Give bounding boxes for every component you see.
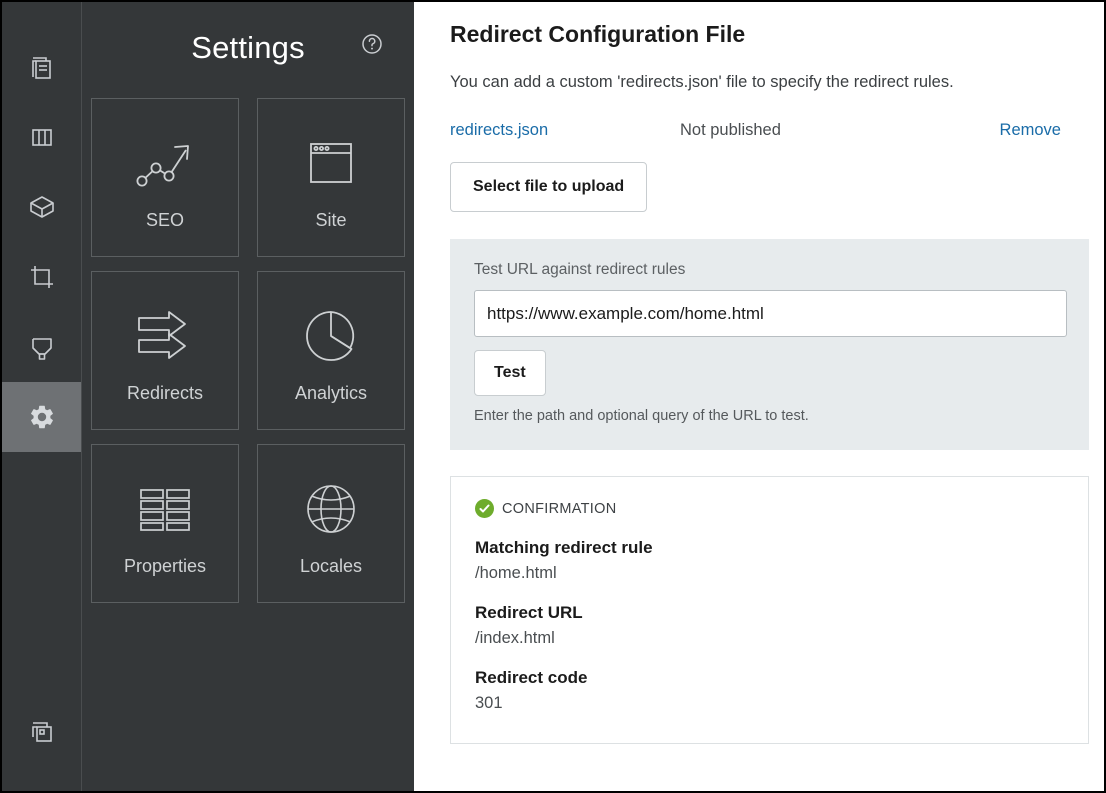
- uploaded-file-row: redirects.json Not published Remove: [450, 121, 1088, 140]
- pie-chart-icon: [301, 297, 361, 375]
- content-pane: Redirect Configuration File You can add …: [414, 2, 1104, 791]
- status-badge: CONFIRMATION: [502, 501, 617, 517]
- test-url-input[interactable]: [474, 290, 1067, 337]
- tile-redirects[interactable]: Redirects: [91, 271, 239, 430]
- rail-item-forms[interactable]: [2, 312, 81, 382]
- tile-label: Analytics: [295, 383, 367, 404]
- tile-label: Locales: [300, 556, 362, 577]
- browser-window-icon: [302, 124, 360, 202]
- confirmation-field-label: Redirect URL: [475, 603, 1064, 623]
- settings-header: Settings: [94, 2, 402, 94]
- content-title: Redirect Configuration File: [450, 20, 1088, 50]
- gear-icon: [28, 403, 56, 431]
- confirmation-field-label: Redirect code: [475, 668, 1064, 688]
- rail-item-documents[interactable]: [2, 32, 81, 102]
- confirmation-field-value: 301: [475, 694, 1064, 713]
- rail-spacer: [2, 452, 81, 697]
- test-url-panel: Test URL against redirect rules Test Ent…: [450, 239, 1089, 450]
- confirmation-field: Matching redirect rule /home.html: [475, 538, 1064, 583]
- test-url-hint: Enter the path and optional query of the…: [474, 408, 1067, 424]
- globe-icon: [301, 470, 361, 548]
- copy-pages-icon: [28, 718, 56, 746]
- rail-item-crop[interactable]: [2, 242, 81, 312]
- file-publish-status: Not published: [680, 121, 1000, 140]
- tile-label: Redirects: [127, 383, 203, 404]
- rail-item-columns[interactable]: [2, 102, 81, 172]
- help-circle-icon[interactable]: [360, 32, 384, 56]
- confirmation-field-value: /home.html: [475, 564, 1064, 583]
- tile-label: Site: [315, 210, 346, 231]
- tile-analytics[interactable]: Analytics: [257, 271, 405, 430]
- content-description: You can add a custom 'redirects.json' fi…: [450, 72, 1088, 93]
- documents-icon: [28, 53, 56, 81]
- tile-properties[interactable]: Properties: [91, 444, 239, 603]
- columns-icon: [28, 123, 56, 151]
- tile-label: Properties: [124, 556, 206, 577]
- test-url-label: Test URL against redirect rules: [474, 261, 1067, 279]
- trend-chart-icon: [132, 124, 198, 202]
- select-file-to-upload-button[interactable]: Select file to upload: [450, 162, 647, 212]
- confirmation-field-label: Matching redirect rule: [475, 538, 1064, 558]
- confirmation-field: Redirect code 301: [475, 668, 1064, 713]
- tile-label: SEO: [146, 210, 184, 231]
- settings-tile-grid: SEO Site: [94, 98, 402, 603]
- check-circle-icon: [475, 499, 494, 518]
- settings-panel: Settings: [82, 2, 414, 791]
- icon-rail: [2, 2, 82, 791]
- tile-site[interactable]: Site: [257, 98, 405, 257]
- double-arrow-icon: [133, 297, 197, 375]
- tile-locales[interactable]: Locales: [257, 444, 405, 603]
- confirmation-card: CONFIRMATION Matching redirect rule /hom…: [450, 476, 1089, 744]
- app-window: Settings: [0, 0, 1106, 793]
- cube-icon: [27, 192, 57, 222]
- confirmation-header: CONFIRMATION: [475, 499, 1064, 518]
- crop-icon: [28, 263, 56, 291]
- table-grid-icon: [134, 470, 196, 548]
- page-title: Settings: [191, 30, 305, 66]
- confirmation-field: Redirect URL /index.html: [475, 603, 1064, 648]
- file-name-link[interactable]: redirects.json: [450, 121, 680, 140]
- remove-file-link[interactable]: Remove: [1000, 121, 1061, 140]
- rail-item-settings[interactable]: [2, 382, 81, 452]
- test-button[interactable]: Test: [474, 350, 546, 396]
- form-stamp-icon: [28, 333, 56, 361]
- tile-seo[interactable]: SEO: [91, 98, 239, 257]
- rail-item-assets[interactable]: [2, 172, 81, 242]
- confirmation-field-value: /index.html: [475, 629, 1064, 648]
- rail-item-duplicate[interactable]: [2, 697, 81, 791]
